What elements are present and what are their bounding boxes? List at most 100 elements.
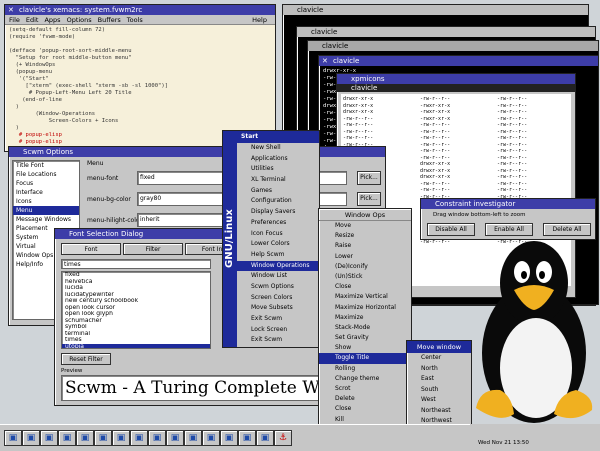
menu-options[interactable]: Options [67,16,92,24]
window-icon[interactable]: ▣ [112,430,130,446]
pick-font-button[interactable]: Pick... [357,171,381,185]
move-menu-item[interactable]: Northeast [407,406,471,417]
font-family-list[interactable]: fixed helvetica lucida lucidatypewriter new … [61,271,211,349]
window-op-item[interactable]: Maximize Horizontal [319,303,411,313]
xemacs-titlebar[interactable]: ✕ clavicle's xemacs: system.fvwm2rc [5,5,275,15]
window-op-item[interactable]: (De)Iconify [319,262,411,272]
start-menu-item[interactable]: Utilities [237,164,319,175]
start-menu-item[interactable]: Exit Scwm [237,335,319,346]
window-op-item[interactable]: Lower [319,252,411,262]
close-icon[interactable]: ✕ [322,56,328,66]
window-icon[interactable]: ▣ [166,430,184,446]
window-op-item[interactable]: Close [319,404,411,414]
constraint-titlebar[interactable]: Constraint investigator [421,199,595,209]
reset-filter-button[interactable]: Reset Filter [61,353,111,365]
window-op-item[interactable]: Rolling [319,364,411,374]
start-menu-item[interactable]: Window List [237,271,319,282]
category-item[interactable]: File Locations [13,170,79,179]
start-menu-item[interactable]: Preferences [237,218,319,229]
menu-edit[interactable]: Edit [26,16,39,24]
window-icon[interactable]: ▣ [76,430,94,446]
window-op-item[interactable]: Move [319,221,411,231]
move-menu-item[interactable]: West [407,395,471,406]
window-icon[interactable]: ▣ [184,430,202,446]
xterm-title: clavicle [333,57,360,65]
window-icon[interactable]: ▣ [202,430,220,446]
start-menu-item[interactable]: Screen Colors [237,293,319,304]
start-menu-item[interactable]: Window Operations [237,260,319,272]
preview-label: Preview [61,368,83,374]
anchor-icon[interactable]: ⚓ [274,430,292,446]
window-op-item[interactable]: Resize [319,231,411,241]
window-op-item[interactable]: Scrot [319,384,411,394]
start-menu-item[interactable]: Move Subsets [237,303,319,314]
window-op-item[interactable]: Delete [319,394,411,404]
window-op-item[interactable]: (Un)Stick [319,272,411,282]
window-icon[interactable]: ▣ [220,430,238,446]
close-icon[interactable]: ✕ [8,5,14,15]
xterm-back0-titlebar[interactable]: clavicle [308,41,598,51]
start-menu-item[interactable]: Applications [237,154,319,165]
category-item[interactable]: Message Windows [13,215,79,224]
window-op-item[interactable]: Set Gravity [319,333,411,343]
window-icon[interactable]: ▣ [40,430,58,446]
menu-tools[interactable]: Tools [127,16,143,24]
window-icon[interactable]: ▣ [94,430,112,446]
window-icon[interactable]: ▣ [256,430,274,446]
move-menu-item[interactable]: South [407,385,471,396]
start-menu-item[interactable]: Lower Colors [237,239,319,250]
tab-font[interactable]: Font [61,243,121,255]
start-menu-item[interactable]: Lock Screen [237,325,319,336]
window-op-item[interactable]: Stack-Mode [319,323,411,333]
window-op-item[interactable]: Maximize Vertical [319,292,411,302]
start-menu-item[interactable]: Help Scwm [237,250,319,261]
start-menu-item[interactable]: Display Savers [237,207,319,218]
menu-apps[interactable]: Apps [44,16,60,24]
start-menu-item[interactable]: Games [237,186,319,197]
category-item[interactable]: Interface [13,188,79,197]
tab-filter[interactable]: Filter [123,243,183,255]
window-op-item[interactable]: Show [319,343,411,353]
window-op-item[interactable]: Close [319,282,411,292]
category-item[interactable]: Title Font [13,161,79,170]
xpmicons-subbar: clavicle [337,84,575,92]
window-op-item[interactable]: Raise [319,241,411,251]
options-titlebar[interactable]: Scwm Options [9,147,385,157]
window-icon[interactable]: ▣ [22,430,40,446]
start-menu-item[interactable]: Configuration [237,196,319,207]
start-menu-item[interactable]: Exit Scwm [237,314,319,325]
xterm-icon[interactable]: ▣ [4,430,22,446]
pick-bg-button[interactable]: Pick... [357,192,381,206]
window-icon[interactable]: ▣ [58,430,76,446]
menu-help[interactable]: Help [252,15,267,25]
window-icon[interactable]: ▣ [130,430,148,446]
category-item[interactable]: Focus [13,179,79,188]
start-menu-item[interactable]: Icon Focus [237,229,319,240]
start-menu[interactable]: GNU/Linux Start New Shell Applications Util… [222,130,320,348]
font-preview-text[interactable]: Scwm - A Turing Complete Window M [61,375,361,401]
start-menu-item[interactable]: XL Terminal [237,175,319,186]
start-menu-item[interactable]: Scwm Options [237,282,319,293]
window-icon[interactable]: ▣ [148,430,166,446]
xterm-back1-titlebar[interactable]: clavicle [297,27,595,37]
window-ops-menu[interactable]: Window Ops Move Resize Raise Lower (De)Iconi… [318,208,412,448]
menu-file[interactable]: File [9,16,20,24]
window-op-item[interactable]: Change theme [319,374,411,384]
category-item[interactable]: Menu [13,206,79,215]
xterm-back-titlebar[interactable]: clavicle [283,5,588,15]
window-op-item[interactable]: Maximize [319,313,411,323]
disable-all-button[interactable]: Disable All [427,223,475,236]
start-menu-item[interactable]: New Shell [237,143,319,154]
category-item[interactable]: Icons [13,197,79,206]
move-menu-item[interactable]: Center [407,353,471,364]
window-icon[interactable]: ▣ [238,430,256,446]
pager[interactable]: Wed Nov 21 13:50 [470,424,600,451]
xpmicons-titlebar[interactable]: xpmicons [337,74,575,84]
move-menu-item[interactable]: East [407,374,471,385]
move-menu-item[interactable]: North [407,364,471,375]
font-list-item[interactable]: utopia [62,343,210,348]
menu-buffers[interactable]: Buffers [98,16,121,24]
xterm-titlebar[interactable]: ✕ clavicle [319,56,598,66]
font-name-input[interactable]: times [61,259,211,269]
window-op-item[interactable]: Toggle Title [319,353,411,364]
